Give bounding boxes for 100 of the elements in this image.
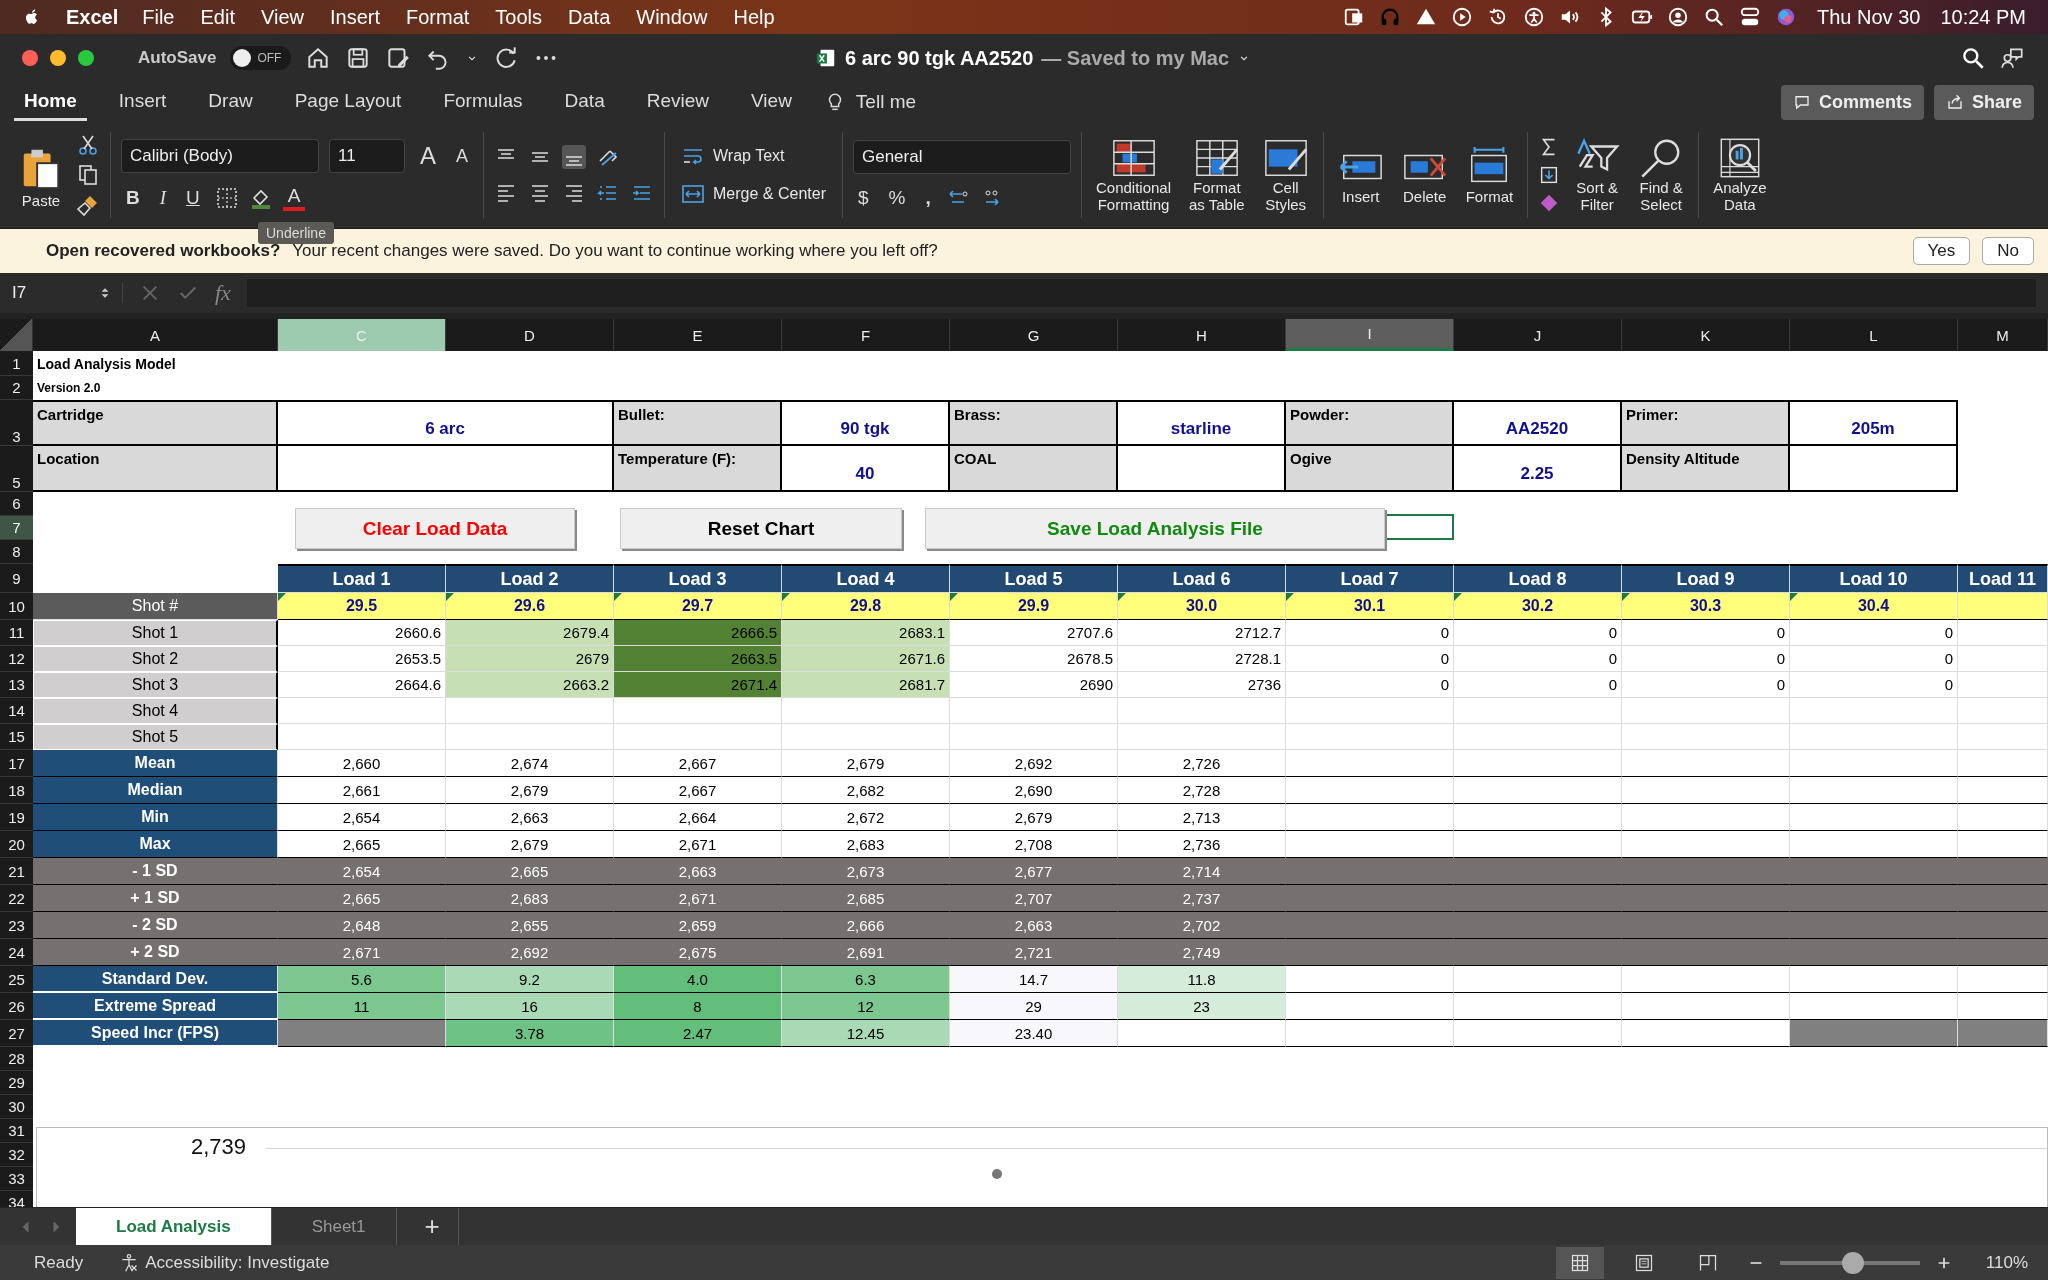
merge-center-button[interactable]: Merge & Center — [675, 181, 832, 207]
search-icon[interactable] — [1960, 45, 1986, 71]
menu-item[interactable]: View — [260, 5, 304, 29]
row-header[interactable]: 32 — [0, 1143, 33, 1167]
row-header[interactable]: 30 — [0, 1095, 33, 1119]
row-header[interactable]: 8 — [0, 540, 33, 564]
row-header[interactable]: 6 — [0, 492, 33, 516]
ribbon-command-button[interactable]: Conditional Formatting — [1091, 137, 1176, 213]
row-header[interactable]: 33 — [0, 1167, 33, 1191]
menu-item[interactable]: Data — [568, 5, 611, 29]
copy-icon[interactable] — [76, 163, 100, 187]
row-header[interactable]: 9 — [0, 564, 33, 593]
ribbon-tab[interactable]: Review — [636, 83, 719, 121]
menu-item[interactable]: Help — [733, 5, 775, 29]
autosave-toggle[interactable]: OFF — [230, 46, 292, 70]
borders-icon[interactable] — [214, 186, 239, 210]
bold-button[interactable]: B — [121, 187, 145, 209]
name-box[interactable]: I7 — [12, 283, 123, 303]
increase-font-button[interactable]: A — [415, 142, 441, 170]
ribbon-tab[interactable]: Data — [554, 83, 615, 121]
row-header[interactable]: 29 — [0, 1071, 33, 1095]
normal-view-button[interactable] — [1555, 1246, 1604, 1279]
ribbon-command-button[interactable]: Cell Styles — [1258, 137, 1313, 213]
save-status[interactable]: — Saved to my Mac — [1041, 46, 1230, 70]
banner-button[interactable]: No — [1982, 237, 2034, 265]
row-header[interactable]: 15 — [0, 724, 33, 750]
insert-function-button[interactable]: fx — [215, 280, 231, 306]
ribbon-command-button[interactable]: Find & Select — [1634, 137, 1689, 213]
column-header[interactable]: E — [614, 319, 782, 351]
play-icon[interactable] — [1451, 6, 1473, 28]
accessibility-button[interactable]: Accessibility: Investigate — [113, 1251, 336, 1274]
comments-button[interactable]: Comments — [1780, 84, 1924, 120]
row-header[interactable]: 13 — [0, 672, 33, 698]
percent-button[interactable]: % — [883, 187, 911, 209]
share-button[interactable]: Share — [1933, 84, 2034, 120]
column-header[interactable]: M — [1958, 319, 2048, 351]
ribbon-command-button[interactable]: Format — [1461, 145, 1518, 205]
ribbon-command-button[interactable]: Insert — [1333, 145, 1388, 205]
row-header[interactable]: 27 — [0, 1020, 33, 1047]
ribbon-command-button[interactable]: Delete — [1397, 145, 1452, 205]
row-header[interactable]: 3 — [0, 400, 33, 446]
banner-button[interactable]: Yes — [1912, 237, 1971, 265]
row-header[interactable]: 17 — [0, 750, 33, 777]
menu-item[interactable]: Window — [636, 5, 708, 29]
number-format-dropdown[interactable]: General — [852, 140, 1071, 174]
column-header[interactable]: I — [1286, 319, 1454, 351]
row-header[interactable]: 24 — [0, 939, 33, 966]
font-color-button[interactable]: A — [282, 185, 306, 211]
menu-item[interactable]: Edit — [200, 5, 235, 29]
minimize-button[interactable] — [50, 50, 66, 66]
row-header[interactable]: 7 — [0, 516, 33, 540]
format-painter-icon[interactable] — [76, 193, 100, 217]
underline-button[interactable]: U — [181, 187, 205, 209]
column-header[interactable]: L — [1790, 319, 1958, 351]
row-header[interactable]: 2 — [0, 376, 33, 400]
column-header[interactable]: G — [950, 319, 1118, 351]
ribbon-tab[interactable]: Formulas — [433, 83, 533, 121]
row-header[interactable]: 31 — [0, 1119, 33, 1143]
zoom-button[interactable] — [78, 50, 94, 66]
outlook-icon[interactable] — [1343, 6, 1365, 28]
sheet-tab[interactable]: Load Analysis — [76, 1208, 272, 1245]
ribbon-tab[interactable]: Draw — [198, 83, 263, 121]
italic-button[interactable]: I — [154, 187, 172, 209]
wrap-text-button[interactable]: Wrap Text — [675, 143, 832, 169]
font-dropdown[interactable]: Calibri (Body) — [121, 139, 319, 173]
menu-item[interactable]: Tools — [495, 5, 543, 29]
column-header[interactable]: D — [446, 319, 614, 351]
paste-button[interactable]: Paste — [14, 141, 68, 209]
row-header[interactable]: 11 — [0, 620, 33, 646]
row-header[interactable]: 1 — [0, 351, 33, 376]
column-header[interactable]: K — [1622, 319, 1790, 351]
ribbon-tab[interactable]: Page Layout — [284, 83, 412, 121]
user-icon[interactable] — [1667, 6, 1689, 28]
row-header[interactable]: 18 — [0, 777, 33, 804]
row-header[interactable]: 5 — [0, 446, 33, 492]
decrease-font-button[interactable]: A — [451, 145, 474, 167]
ribbon-tab[interactable]: View — [741, 83, 802, 121]
ribbon-command-button[interactable]: Sort & Filter — [1570, 137, 1625, 213]
zoom-level[interactable]: 110% — [1985, 1252, 2028, 1273]
ribbon-command-button[interactable]: Analyze Data — [1709, 137, 1771, 213]
macro-button[interactable]: Reset Chart — [620, 508, 902, 549]
accessibility-icon[interactable] — [1523, 6, 1545, 28]
row-header[interactable]: 22 — [0, 885, 33, 912]
tell-me-field[interactable]: Tell me — [855, 91, 917, 113]
menu-item[interactable]: File — [142, 5, 175, 29]
row-header[interactable]: 23 — [0, 912, 33, 939]
ribbon-tab[interactable]: Insert — [108, 83, 177, 121]
currency-button[interactable]: $ — [852, 187, 874, 209]
slider-thumb[interactable] — [1841, 1251, 1864, 1274]
ribbon-command-button[interactable]: Format as Table — [1185, 137, 1249, 213]
row-header[interactable]: 12 — [0, 646, 33, 672]
close-button[interactable] — [22, 50, 38, 66]
people-icon[interactable] — [2000, 45, 2026, 71]
control-center-icon[interactable] — [1739, 6, 1761, 28]
row-header[interactable]: 14 — [0, 698, 33, 724]
row-header[interactable]: 20 — [0, 831, 33, 858]
row-header[interactable]: 21 — [0, 858, 33, 885]
cut-icon[interactable] — [76, 133, 100, 157]
comma-button[interactable]: , — [920, 187, 936, 209]
row-header[interactable]: 26 — [0, 993, 33, 1020]
